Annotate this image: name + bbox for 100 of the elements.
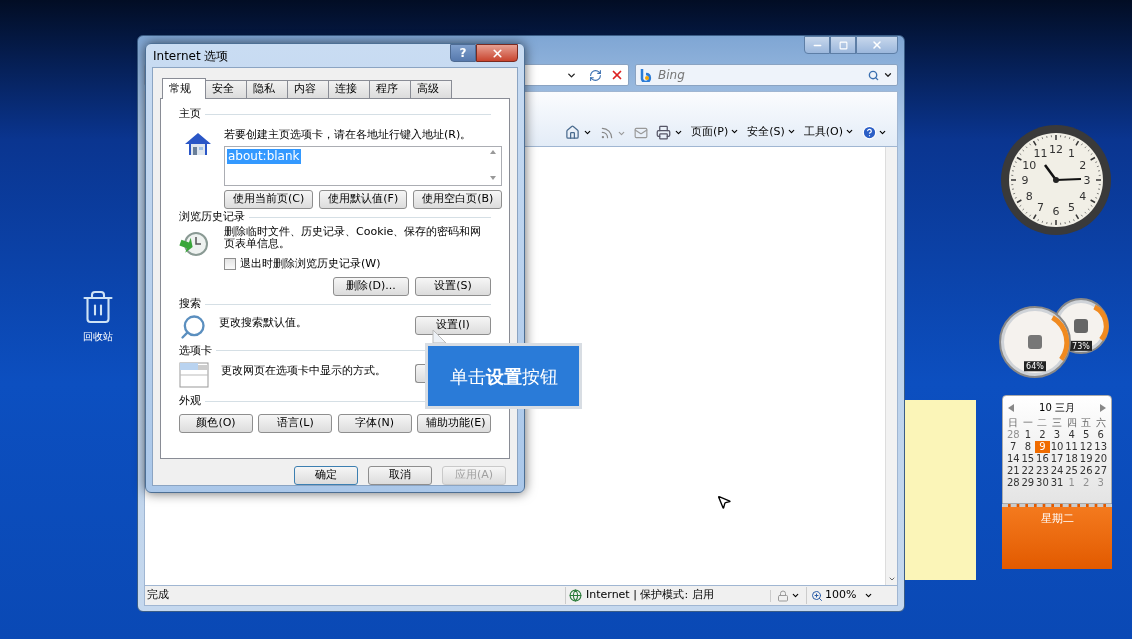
mail-icon[interactable] — [633, 126, 648, 140]
calendar-day[interactable]: 18 — [1064, 453, 1079, 465]
dropdown-caret-icon[interactable] — [582, 128, 592, 137]
dialog-button[interactable]: 使用当前页(C) — [224, 190, 314, 209]
calendar-day[interactable]: 14 — [1006, 453, 1021, 465]
settings-button[interactable] — [415, 364, 425, 383]
zone-text: Internet | 保护模式: 启用 — [586, 587, 714, 604]
previous-month-icon[interactable] — [1008, 403, 1014, 412]
dialog-tab[interactable]: 常规 — [162, 78, 206, 99]
calendar-day[interactable]: 4 — [1064, 429, 1079, 441]
calendar-day[interactable]: 26 — [1078, 465, 1094, 477]
desktop-icon-label[interactable]: 回收站 — [83, 329, 113, 344]
minimize-button[interactable] — [804, 36, 830, 54]
calendar-day[interactable]: 31 — [1049, 477, 1065, 489]
help-icon[interactable] — [862, 125, 877, 140]
dialog-button[interactable]: 辅助功能(E) — [417, 413, 491, 433]
dialog-tab[interactable]: 连接 — [328, 80, 370, 98]
home-icon[interactable] — [564, 125, 580, 140]
dialog-button[interactable]: 语言(L) — [258, 413, 333, 433]
month-title: 10 三月 — [1039, 401, 1075, 415]
mouse-cursor-icon — [716, 494, 732, 510]
command-menu[interactable]: 工具(O) — [803, 123, 854, 140]
scrollbar[interactable] — [885, 147, 897, 585]
calendar-day[interactable]: 15 — [1020, 453, 1036, 465]
calendar-day[interactable]: 7 — [1006, 441, 1021, 453]
calendar-day[interactable]: 20 — [1093, 453, 1108, 465]
feed-icon[interactable] — [599, 126, 614, 140]
calendar-day[interactable]: 11 — [1064, 441, 1079, 453]
calendar-day[interactable]: 1 — [1020, 429, 1036, 441]
dialog-button[interactable]: 颜色(O) — [179, 413, 253, 433]
status-text: 完成 — [146, 587, 170, 604]
calendar-day[interactable]: 5 — [1078, 429, 1094, 441]
maximize-button[interactable] — [830, 36, 856, 54]
section-heading: 外观 — [179, 393, 201, 409]
close-button[interactable] — [476, 44, 518, 62]
calendar-day[interactable]: 19 — [1078, 453, 1094, 465]
dialog-tab[interactable]: 隐私 — [246, 80, 288, 98]
calendar-day[interactable]: 27 — [1093, 465, 1108, 477]
calendar-day[interactable]: 30 — [1035, 477, 1050, 489]
calendar-day[interactable]: 24 — [1049, 465, 1065, 477]
calendar-day[interactable]: 22 — [1020, 465, 1036, 477]
caret-icon[interactable] — [791, 591, 800, 600]
next-month-icon[interactable] — [1100, 403, 1106, 412]
dialog-button[interactable]: 字体(N) — [337, 413, 412, 433]
tooltip-pointer — [429, 330, 447, 344]
calendar-day[interactable]: 25 — [1064, 465, 1079, 477]
clock-arrow-icon — [179, 229, 209, 258]
weekday-label: 二 — [1036, 417, 1049, 429]
instruction-text: 若要创建主页选项卡，请在各地址行键入地址(R)。 — [224, 126, 473, 143]
calendar-day[interactable]: 17 — [1049, 453, 1065, 465]
command-menu[interactable]: 安全(S) — [747, 123, 796, 140]
calendar-day[interactable]: 3 — [1049, 429, 1065, 441]
scroll-up-icon[interactable] — [489, 149, 498, 155]
weekday-text: 星期二 — [1040, 511, 1074, 527]
weekday-label: 五 — [1080, 417, 1093, 429]
search-field[interactable]: Bing — [635, 64, 898, 86]
calendar-day[interactable]: 29 — [1020, 477, 1036, 489]
dialog-button[interactable]: 确定 — [294, 466, 358, 485]
scroll-down-icon[interactable] — [887, 575, 896, 583]
checkbox[interactable] — [224, 257, 236, 270]
checkbox-label: 退出时删除浏览历史记录(W) — [240, 255, 381, 272]
calendar-day[interactable]: 10 — [1049, 441, 1065, 453]
dialog-tab[interactable]: 安全 — [205, 80, 247, 98]
globe-icon — [569, 589, 582, 602]
close-button[interactable] — [856, 36, 898, 54]
calendar-day[interactable]: 16 — [1035, 453, 1050, 465]
calendar-day[interactable]: 13 — [1093, 441, 1108, 453]
calendar-day[interactable]: 21 — [1006, 465, 1021, 477]
calendar-day[interactable]: 23 — [1035, 465, 1050, 477]
dialog-tab[interactable]: 高级 — [410, 80, 452, 98]
dialog-tab[interactable]: 程序 — [369, 80, 411, 98]
calendar-day[interactable]: 8 — [1020, 441, 1036, 453]
calendar-day[interactable]: 2 — [1035, 429, 1050, 441]
dialog-button[interactable]: 取消 — [368, 466, 432, 485]
calendar-day[interactable]: 6 — [1093, 429, 1108, 441]
description-text: 更改搜索默认值。 — [219, 314, 308, 331]
b-logo-icon — [640, 68, 654, 82]
dropdown-caret-icon[interactable] — [883, 70, 893, 80]
refresh-icon[interactable] — [589, 68, 602, 82]
calendar-day[interactable]: 28 — [1006, 477, 1021, 489]
dialog-button[interactable]: 使用空白页(B) — [413, 190, 503, 209]
printer-icon[interactable] — [655, 125, 671, 140]
dropdown-caret-icon[interactable] — [878, 128, 887, 137]
window-tabs-icon — [179, 361, 209, 389]
dialog-button[interactable]: 设置(I) — [415, 315, 491, 335]
dialog-button[interactable]: 使用默认值(F) — [319, 190, 408, 209]
weekday-label: 四 — [1065, 417, 1078, 429]
stop-icon[interactable] — [610, 68, 624, 82]
weekday-label: 六 — [1094, 417, 1107, 429]
scroll-down-icon[interactable] — [489, 175, 498, 181]
dialog-button[interactable]: 删除(D)... — [333, 277, 409, 296]
dialog-tab[interactable]: 内容 — [287, 80, 329, 98]
dropdown-caret-icon[interactable] — [673, 128, 683, 137]
dialog-button[interactable]: 设置(S) — [415, 277, 491, 296]
command-menu[interactable]: 页面(P) — [690, 123, 740, 140]
section-heading: 浏览历史记录 — [179, 209, 245, 225]
zoom-control[interactable]: 100% — [806, 587, 876, 604]
calendar-day[interactable]: 12 — [1078, 441, 1094, 453]
section-heading: 搜索 — [179, 296, 201, 312]
search-icon[interactable] — [868, 69, 879, 81]
